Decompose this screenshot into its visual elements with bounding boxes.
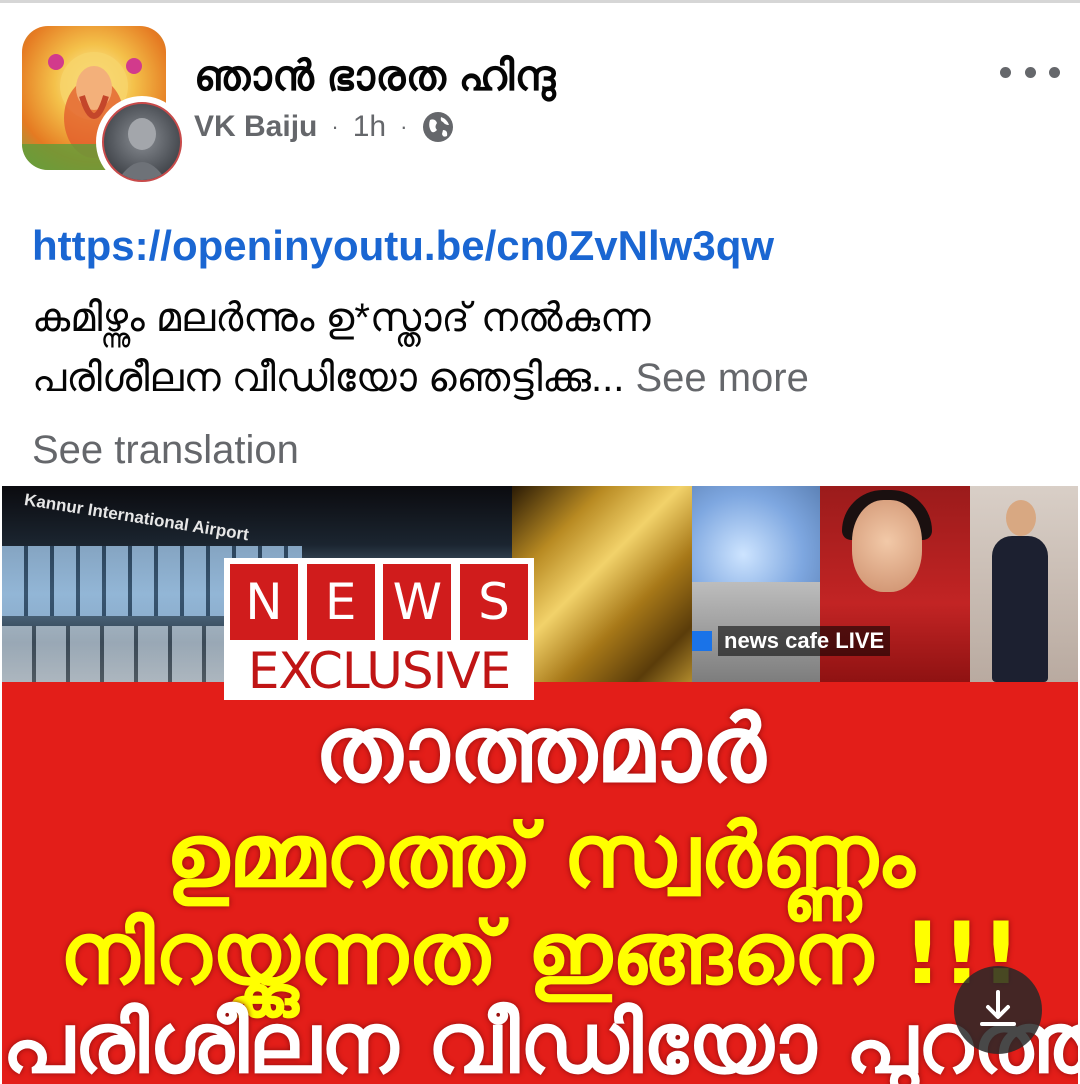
globe-icon bbox=[421, 110, 455, 144]
post-media-image[interactable]: Kannur International Airport news cafe L… bbox=[2, 486, 1078, 1084]
see-more-link[interactable]: See more bbox=[624, 356, 808, 400]
meta-separator: · bbox=[400, 114, 408, 139]
gold-photo bbox=[512, 486, 692, 682]
download-button[interactable] bbox=[954, 966, 1042, 1054]
headline-line-4: പരിശീലന വീഡിയോ പുറത്ത് bbox=[2, 994, 1078, 1084]
post-link[interactable]: https://openinyoutu.be/cn0ZvNlw3qw bbox=[32, 222, 774, 270]
crew-body bbox=[992, 536, 1048, 682]
woman-face bbox=[852, 500, 922, 592]
user-avatar-image bbox=[102, 102, 182, 182]
post-text: കമിഴ്ന്നും മലർന്നും ഉ*സ്താദ് നൽകുന്ന പരി… bbox=[32, 288, 1052, 408]
news-letter: W bbox=[383, 564, 452, 640]
post-text-truncated: പരിശീലന വീഡിയോ ഞെട്ടിക്കു... bbox=[32, 356, 625, 400]
airport-lower-glass bbox=[2, 626, 242, 682]
post-header: ഞാൻ ഭാരത ഹിന്ദു VK Baiju · 1h · bbox=[0, 0, 1080, 200]
news-letter: E bbox=[306, 564, 375, 640]
news-cafe-tag: news cafe LIVE bbox=[692, 626, 891, 656]
more-horizontal-icon bbox=[1000, 66, 1011, 78]
headline-line-3: നിറയ്ക്കുന്നത് ഇങ്ങനെ !!! bbox=[59, 904, 1021, 1004]
post-text-line-2: പരിശീലന വീഡിയോ ഞെട്ടിക്കു... See more bbox=[32, 348, 1052, 408]
crew-head bbox=[1006, 500, 1036, 536]
meta-separator: · bbox=[331, 114, 339, 139]
group-name[interactable]: ഞാൻ ഭാരത ഹിന്ദു bbox=[194, 52, 556, 101]
post-avatars[interactable] bbox=[22, 26, 188, 188]
exclusive-label: EXCLUSIVE bbox=[247, 642, 511, 700]
news-letter: S bbox=[459, 564, 528, 640]
user-avatar[interactable] bbox=[96, 96, 188, 188]
news-letters: N E W S bbox=[230, 564, 528, 640]
news-exclusive-badge: N E W S EXCLUSIVE bbox=[224, 558, 534, 700]
cafe-tag-label: news cafe LIVE bbox=[718, 626, 891, 656]
post-time[interactable]: 1h bbox=[353, 110, 386, 144]
see-translation-link[interactable]: See translation bbox=[32, 428, 299, 473]
download-icon bbox=[980, 990, 1016, 1026]
post-text-line: കമിഴ്ന്നും മലർന്നും ഉ*സ്താദ് നൽകുന്ന bbox=[32, 296, 651, 340]
media-collage: Kannur International Airport news cafe L… bbox=[2, 486, 1078, 682]
news-letter: N bbox=[230, 564, 298, 640]
headline-line-2: ഉമ്മറത്ത് സ്വർണ്ണം bbox=[165, 804, 915, 907]
headline-line-1: താത്തമാർ bbox=[314, 696, 766, 803]
more-options-button[interactable] bbox=[1000, 52, 1060, 92]
author-name[interactable]: VK Baiju bbox=[194, 110, 317, 144]
more-dot bbox=[1049, 66, 1060, 78]
airport-label: Kannur International Airport bbox=[23, 490, 251, 545]
post-meta: VK Baiju · 1h · bbox=[194, 110, 455, 144]
more-dot bbox=[1024, 66, 1036, 78]
cafe-logo-icon bbox=[692, 631, 712, 651]
